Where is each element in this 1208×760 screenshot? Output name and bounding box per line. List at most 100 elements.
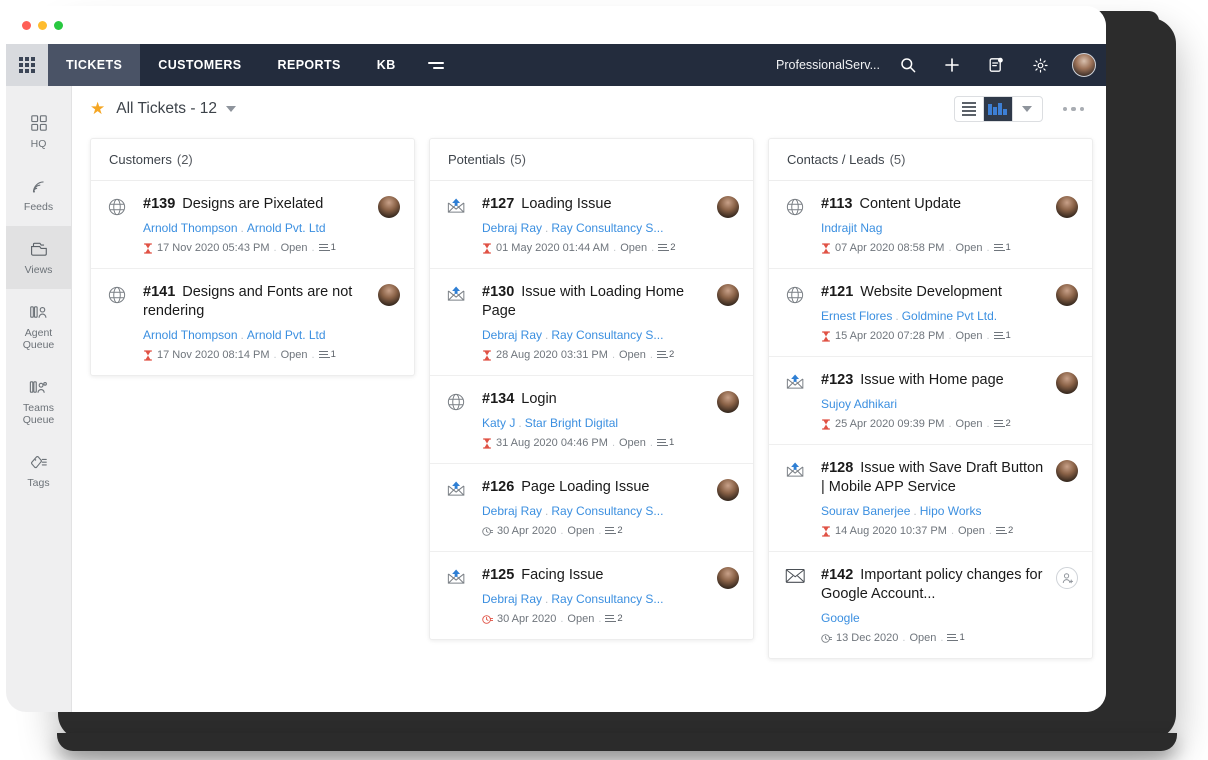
ticket-contact-link[interactable]: Ernest Flores (821, 309, 892, 323)
ticket-assignee[interactable] (1048, 371, 1078, 430)
email-incoming-icon (785, 459, 821, 537)
kanban-icon (988, 103, 1006, 115)
more-options-icon[interactable] (1063, 107, 1085, 112)
thread-count: 1 (947, 634, 964, 642)
filter-lines-icon[interactable] (414, 44, 458, 86)
ticket-card[interactable]: #134Login Katy J.Star Bright Digital (430, 376, 753, 464)
tags-icon (10, 451, 67, 472)
sidebar-item-hq-label: HQ (10, 138, 67, 150)
nav-tab-tickets[interactable]: TICKETS (48, 44, 140, 86)
kanban-view-button[interactable] (984, 97, 1013, 121)
avatar (1056, 284, 1078, 306)
teams-queue-icon (10, 376, 67, 397)
ticket-contact-link[interactable]: Arnold Thompson (143, 221, 238, 235)
close-window-button[interactable] (22, 21, 31, 30)
ticket-body: #113Content Update Indrajit Nag (821, 195, 1048, 254)
ticket-assignee[interactable] (1048, 283, 1078, 342)
browser-window: TICKETS CUSTOMERS REPORTS KB Professiona… (6, 6, 1106, 712)
sidebar-item-feeds[interactable]: Feeds (6, 163, 71, 226)
grid-apps-icon[interactable] (6, 44, 48, 86)
ticket-assignee[interactable] (709, 195, 739, 254)
ticket-account-link[interactable]: Star Bright Digital (525, 416, 618, 430)
ticket-assignee[interactable] (1048, 195, 1078, 254)
nav-tab-customers[interactable]: CUSTOMERS (140, 44, 259, 86)
sidebar-item-agent-queue-label: Agent Queue (10, 327, 67, 351)
ticket-card[interactable]: #127Loading Issue Debraj Ray.Ray Consult… (430, 181, 753, 269)
ticket-contact-link[interactable]: Sourav Banerjee (821, 504, 910, 518)
organization-name[interactable]: ProfessionalServ... (776, 44, 886, 86)
ticket-card[interactable]: #128Issue with Save Draft Button | Mobil… (769, 445, 1092, 552)
ticket-assignee[interactable] (370, 195, 400, 254)
ticket-assignee[interactable] (709, 390, 739, 449)
ticket-id: #113 (821, 196, 852, 212)
sidebar-item-agent-queue[interactable]: Agent Queue (6, 289, 71, 364)
ticket-assignee[interactable] (709, 283, 739, 361)
ticket-card[interactable]: #142Important policy changes for Google … (769, 552, 1092, 658)
ticket-assignee[interactable] (370, 283, 400, 361)
maximize-window-button[interactable] (54, 21, 63, 30)
sidebar-item-teams-queue[interactable]: Teams Queue (6, 364, 71, 439)
add-icon[interactable] (930, 44, 974, 86)
ticket-contact-link[interactable]: Arnold Thompson (143, 328, 238, 342)
status-badge: Open (956, 418, 983, 430)
sidebar-item-hq[interactable]: HQ (6, 100, 71, 163)
ticket-card[interactable]: #130Issue with Loading Home Page Debraj … (430, 269, 753, 376)
ticket-account-link[interactable]: Arnold Pvt. Ltd (247, 328, 326, 342)
view-mode-dropdown[interactable] (1013, 97, 1042, 121)
ticket-card[interactable]: #126Page Loading Issue Debraj Ray.Ray Co… (430, 464, 753, 552)
thread-count: 2 (996, 527, 1013, 535)
ticket-assignee[interactable] (1048, 459, 1078, 537)
ticket-contact-link[interactable]: Debraj Ray (482, 328, 542, 342)
page-title: All Tickets - 12 (116, 100, 217, 118)
browser-titlebar (6, 6, 1106, 44)
main-content: ★ All Tickets - 12 (72, 86, 1106, 712)
ticket-contact-link[interactable]: Sujoy Adhikari (821, 397, 897, 411)
list-view-button[interactable] (955, 97, 984, 121)
separator: . (545, 221, 548, 235)
nav-tab-reports[interactable]: REPORTS (260, 44, 359, 86)
ticket-account-link[interactable]: Goldmine Pvt Ltd. (902, 309, 997, 323)
ticket-contact-link[interactable]: Debraj Ray (482, 592, 542, 606)
search-icon[interactable] (886, 44, 930, 86)
ticket-account-link[interactable]: Ray Consultancy S... (551, 592, 663, 606)
sidebar-item-views[interactable]: Views (6, 226, 71, 289)
ticket-contact-link[interactable]: Katy J (482, 416, 515, 430)
ticket-assignee[interactable] (709, 478, 739, 537)
ticket-contact-link[interactable]: Debraj Ray (482, 504, 542, 518)
settings-gear-icon[interactable] (1018, 44, 1062, 86)
ticket-contact-link[interactable]: Google (821, 611, 860, 625)
thread-count-value: 2 (669, 351, 674, 359)
chevron-down-icon[interactable] (226, 106, 236, 112)
sidebar-item-tags[interactable]: Tags (6, 439, 71, 502)
favorite-star-icon[interactable]: ★ (90, 99, 105, 119)
ticket-meta: 15 Apr 2020 07:28 PM . Open . 1 (821, 330, 1048, 342)
ticket-card[interactable]: #123Issue with Home page Sujoy Adhikari (769, 357, 1092, 445)
ticket-account-link[interactable]: Ray Consultancy S... (551, 221, 663, 235)
ticket-subject: Facing Issue (521, 567, 603, 583)
ticket-card[interactable]: #125Facing Issue Debraj Ray.Ray Consulta… (430, 552, 753, 639)
ticket-account-link[interactable]: Ray Consultancy S... (551, 328, 663, 342)
minimize-window-button[interactable] (38, 21, 47, 30)
thread-lines-icon (319, 244, 330, 251)
notes-notification-icon[interactable] (974, 44, 1018, 86)
column-title: Contacts / Leads (787, 152, 885, 167)
ticket-card[interactable]: #141Designs and Fonts are not rendering … (91, 269, 414, 375)
avatar (378, 284, 400, 306)
status-badge: Open (619, 349, 646, 361)
ticket-account-link[interactable]: Ray Consultancy S... (551, 504, 663, 518)
ticket-contact-link[interactable]: Debraj Ray (482, 221, 542, 235)
ticket-account-link[interactable]: Hipo Works (920, 504, 982, 518)
thread-count-value: 1 (669, 439, 674, 447)
user-avatar[interactable] (1062, 44, 1106, 86)
hourglass-red-icon (482, 243, 492, 254)
globe-icon (446, 390, 482, 449)
thread-count-value: 1 (959, 634, 964, 642)
ticket-assignee[interactable] (709, 566, 739, 625)
ticket-assignee-unassigned[interactable] (1048, 566, 1078, 644)
ticket-contact-link[interactable]: Indrajit Nag (821, 221, 882, 235)
ticket-card[interactable]: #113Content Update Indrajit Nag (769, 181, 1092, 269)
ticket-account-link[interactable]: Arnold Pvt. Ltd (247, 221, 326, 235)
ticket-card[interactable]: #139Designs are Pixelated Arnold Thompso… (91, 181, 414, 269)
ticket-card[interactable]: #121Website Development Ernest Flores.Go… (769, 269, 1092, 357)
nav-tab-kb[interactable]: KB (359, 44, 414, 86)
